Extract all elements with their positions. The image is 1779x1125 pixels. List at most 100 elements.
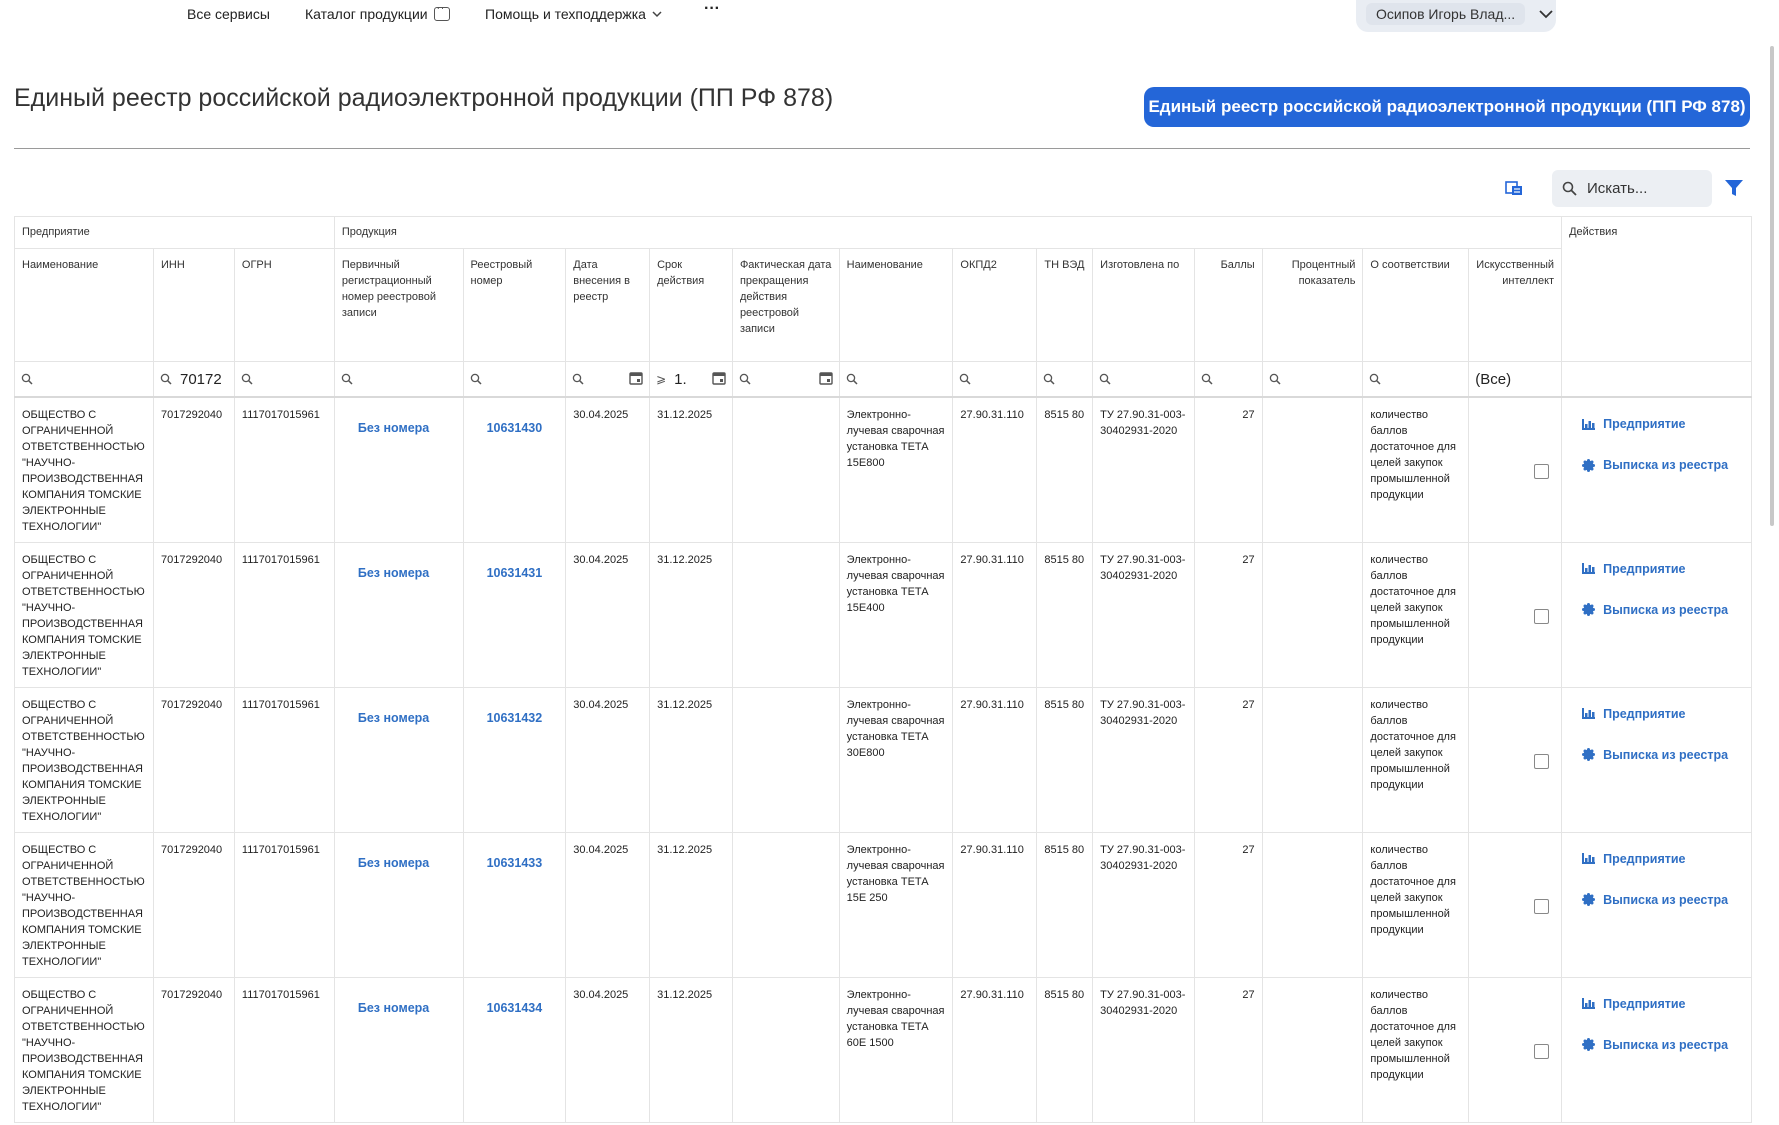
cell-inn: 7017292040	[152, 831, 235, 978]
cell-points: 27	[1193, 976, 1263, 1123]
col-made-by[interactable]: Изготовлена по	[1092, 248, 1195, 362]
col-product-name[interactable]: Наименование	[838, 248, 954, 362]
filter-cell[interactable]	[838, 361, 954, 398]
cell-okpd2: 27.90.31.110	[952, 831, 1038, 978]
extract-action-label: Выписка из реестра	[1603, 747, 1729, 762]
col-ai[interactable]: Искусственный интеллект	[1468, 248, 1563, 362]
ai-checkbox[interactable]	[1534, 464, 1550, 480]
col-tn-ved[interactable]: ТН ВЭД	[1036, 248, 1094, 362]
search-icon	[1099, 373, 1111, 385]
registry-button[interactable]: Единый реестр российской радиоэлектронно…	[1144, 87, 1750, 127]
filter-cell[interactable]	[14, 361, 154, 398]
extract-action[interactable]: Выписка из реестра	[1582, 457, 1744, 473]
calendar-icon[interactable]	[712, 371, 726, 385]
reg-number-link[interactable]: 10631434	[462, 976, 567, 1123]
extract-action[interactable]: Выписка из реестра	[1582, 892, 1744, 908]
enterprise-action[interactable]: Предприятие	[1582, 706, 1744, 722]
filter-inn[interactable]: 70172	[152, 361, 235, 398]
extract-action-label: Выписка из реестра	[1603, 458, 1729, 472]
filter-cell[interactable]	[233, 361, 335, 398]
seal-icon	[1582, 893, 1596, 906]
extract-action[interactable]: Выписка из реестра	[1582, 602, 1744, 618]
chevron-down-icon[interactable]	[1539, 9, 1553, 19]
user-menu[interactable]: Осипов Игорь Влад...	[1356, 0, 1556, 32]
cell-percent	[1261, 541, 1364, 688]
enterprise-action[interactable]: Предприятие	[1582, 561, 1744, 577]
ai-checkbox[interactable]	[1534, 754, 1550, 769]
table-row[interactable]: ОБЩЕСТВО С ОГРАНИЧЕННОЙ ОТВЕТСТВЕННОСТЬЮ…	[14, 541, 1752, 688]
ai-checkbox[interactable]	[1534, 899, 1550, 914]
enterprise-action[interactable]: Предприятие	[1582, 416, 1744, 432]
column-chooser-icon[interactable]	[1505, 180, 1523, 196]
col-conformity[interactable]: О соответствии	[1362, 248, 1470, 362]
extract-action[interactable]: Выписка из реестра	[1582, 747, 1744, 763]
extract-action[interactable]: Выписка из реестра	[1582, 1037, 1744, 1053]
table-row[interactable]: ОБЩЕСТВО С ОГРАНИЧЕННОЙ ОТВЕТСТВЕННОСТЬЮ…	[14, 686, 1752, 833]
divider	[14, 148, 1750, 149]
search-input[interactable]	[1585, 179, 1699, 198]
cell-actual-end	[731, 686, 840, 833]
col-actual-end[interactable]: Фактическая дата прекращения действия ре…	[731, 248, 840, 362]
cell-percent	[1261, 396, 1364, 543]
filter-icon[interactable]	[1724, 178, 1744, 198]
primary-reg-link[interactable]: Без номера	[333, 686, 464, 833]
primary-reg-link[interactable]: Без номера	[333, 976, 464, 1123]
registry-table: Предприятие Продукция Действия Наименова…	[14, 216, 1752, 1125]
primary-reg-link[interactable]: Без номера	[333, 541, 464, 688]
col-percent[interactable]: Процентный показатель	[1261, 248, 1364, 362]
col-primary-reg[interactable]: Первичный регистрационный номер реестров…	[333, 248, 464, 362]
filter-cell[interactable]	[1261, 361, 1364, 398]
extract-action-label: Выписка из реестра	[1603, 892, 1729, 907]
table-body: ОБЩЕСТВО С ОГРАНИЧЕННОЙ ОТВЕТСТВЕННОСТЬЮ…	[14, 396, 1752, 1123]
enterprise-action[interactable]: Предприятие	[1582, 851, 1744, 867]
primary-reg-link[interactable]: Без номера	[333, 396, 464, 543]
table-row[interactable]: ОБЩЕСТВО С ОГРАНИЧЕННОЙ ОТВЕТСТВЕННОСТЬЮ…	[14, 396, 1752, 543]
col-okpd2[interactable]: ОКПД2	[952, 248, 1038, 362]
enterprise-action[interactable]: Предприятие	[1582, 996, 1744, 1012]
filter-date-added[interactable]	[565, 361, 651, 398]
reg-number-link[interactable]: 10631433	[462, 831, 567, 978]
filter-ai[interactable]: (Все)	[1468, 361, 1563, 398]
filter-cell[interactable]	[1036, 361, 1094, 398]
filter-ai-value[interactable]: (Все)	[1475, 371, 1511, 388]
top-navigation: Все сервисы Каталог продукции Помощь и т…	[0, 0, 1779, 32]
primary-reg-link[interactable]: Без номера	[333, 831, 464, 978]
nav-help-support[interactable]: Помощь и техподдержка	[485, 6, 662, 22]
reg-number-link[interactable]: 10631431	[462, 541, 567, 688]
col-points[interactable]: Баллы	[1193, 248, 1263, 362]
filter-inn-value[interactable]: 70172	[180, 371, 222, 388]
nav-all-services[interactable]: Все сервисы	[187, 6, 270, 22]
filter-cell[interactable]	[462, 361, 567, 398]
filter-valid-value[interactable]: 1.	[674, 371, 687, 388]
grid-search[interactable]	[1552, 170, 1712, 207]
filter-actual-end[interactable]	[731, 361, 840, 398]
ai-checkbox[interactable]	[1534, 609, 1550, 624]
col-name[interactable]: Наименование	[14, 248, 154, 362]
filter-cell[interactable]	[1092, 361, 1195, 398]
col-reg-number[interactable]: Реестровый номер	[462, 248, 567, 362]
reg-number-link[interactable]: 10631430	[462, 396, 567, 543]
reg-number-link[interactable]: 10631432	[462, 686, 567, 833]
group-header-row: Предприятие Продукция Действия	[14, 216, 1752, 362]
vertical-scrollbar[interactable]	[1770, 46, 1774, 526]
cell-company: ОБЩЕСТВО С ОГРАНИЧЕННОЙ ОТВЕТСТВЕННОСТЬЮ…	[14, 831, 154, 978]
ai-checkbox[interactable]	[1534, 1044, 1550, 1059]
table-row[interactable]: ОБЩЕСТВО С ОГРАНИЧЕННОЙ ОТВЕТСТВЕННОСТЬЮ…	[14, 831, 1752, 978]
filter-cell[interactable]	[333, 361, 464, 398]
nav-product-catalog[interactable]: Каталог продукции	[305, 3, 450, 22]
table-row[interactable]: ОБЩЕСТВО С ОГРАНИЧЕННОЙ ОТВЕТСТВЕННОСТЬЮ…	[14, 976, 1752, 1123]
filter-cell[interactable]	[952, 361, 1038, 398]
enterprise-action-label: Предприятие	[1603, 561, 1686, 576]
filter-valid-until[interactable]: ⩾ 1.	[649, 361, 733, 398]
search-icon	[960, 373, 971, 385]
col-valid-until[interactable]: Срок действия	[649, 248, 733, 362]
calendar-icon[interactable]	[818, 371, 833, 385]
col-date-added[interactable]: Дата внесения в реестр	[565, 248, 651, 362]
search-icon	[739, 373, 751, 385]
col-ogrn[interactable]: ОГРН	[233, 248, 335, 362]
filter-cell[interactable]	[1362, 361, 1470, 398]
filter-cell[interactable]	[1193, 361, 1263, 398]
more-menu-button[interactable]: ···	[704, 0, 720, 18]
calendar-icon[interactable]	[629, 371, 643, 385]
col-inn[interactable]: ИНН	[152, 248, 235, 362]
